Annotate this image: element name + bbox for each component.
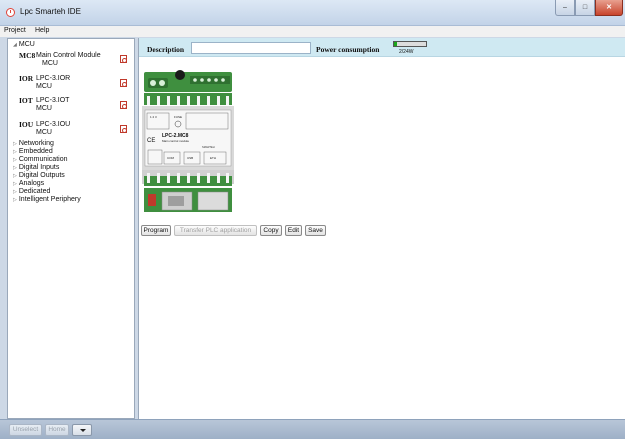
node-code: MC8	[19, 51, 36, 60]
module-brand-label: SMARTEH	[202, 145, 215, 149]
tree-category-digital-outputs[interactable]: ▷ Digital Outputs	[13, 172, 65, 180]
tree-category-networking[interactable]: ▷ Networking	[13, 140, 54, 148]
tree-category-analogs[interactable]: ▷ Analogs	[13, 180, 44, 188]
node-name: LPC-3.IOU	[36, 121, 71, 128]
tree-category-intelligent-periphery[interactable]: ▷ Intelligent Periphery	[13, 196, 81, 204]
category-label: Digital Inputs	[18, 164, 60, 171]
pdf-icon[interactable]	[120, 125, 127, 133]
triangle-collapsed-icon[interactable]: ▷	[13, 181, 17, 187]
category-label: Analogs	[18, 180, 45, 187]
triangle-collapsed-icon[interactable]: ▷	[13, 197, 17, 203]
module-terminal-numbers: 1 2 3	[150, 115, 157, 119]
power-consumption-label: Power consumption	[316, 45, 380, 54]
node-code: IOU	[19, 120, 34, 129]
power-gauge-fill	[394, 42, 397, 46]
edit-button[interactable]: Edit	[285, 225, 302, 236]
port-label-com: COM	[167, 156, 175, 160]
category-label: Digital Outputs	[18, 172, 65, 179]
unselect-button[interactable]: Unselect	[9, 424, 42, 436]
triangle-collapsed-icon[interactable]: ▷	[13, 165, 17, 171]
tree-category-dedicated[interactable]: ▷ Dedicated	[13, 188, 50, 196]
node-code: IOR	[19, 74, 34, 83]
svg-text:CE: CE	[147, 138, 155, 144]
title-bar: Lpc Smarteh IDE – □ ✕	[0, 0, 625, 26]
properties-bar: Description Power consumption 2/24W	[139, 38, 625, 57]
node-sub: MCU	[36, 83, 52, 90]
triangle-collapsed-icon[interactable]: ▷	[13, 149, 17, 155]
triangle-collapsed-icon[interactable]: ▷	[13, 157, 17, 163]
tree-category-digital-inputs[interactable]: ▷ Digital Inputs	[13, 164, 59, 172]
node-sub: MCU	[36, 105, 52, 112]
tree-root-mcu[interactable]: ◢ MCU	[13, 41, 35, 49]
module-subtitle-label: Main control module	[162, 139, 189, 143]
tree-root-label: MCU	[18, 41, 35, 48]
module-image-mc8[interactable]: 1 2 3 FUSE LPC-2.MC8 Main control module…	[142, 66, 234, 214]
menu-bar: Project Help	[0, 26, 625, 37]
module-fuse-label: FUSE	[174, 115, 182, 119]
triangle-collapsed-icon[interactable]: ▷	[13, 141, 17, 147]
description-input[interactable]	[191, 42, 311, 54]
node-name: Main Control Module	[36, 52, 101, 59]
window-title: Lpc Smarteh IDE	[20, 7, 81, 16]
category-label: Communication	[18, 156, 68, 163]
save-button[interactable]: Save	[305, 225, 326, 236]
app-logo-icon	[6, 8, 15, 17]
category-label: Dedicated	[18, 188, 51, 195]
triangle-collapsed-icon[interactable]: ▷	[13, 189, 17, 195]
menu-project[interactable]: Project	[4, 27, 26, 34]
node-name: LPC-3.IOR	[36, 75, 71, 82]
triangle-collapsed-icon[interactable]: ▷	[13, 173, 17, 179]
menu-help[interactable]: Help	[35, 27, 49, 34]
port-label-usb: USB	[187, 156, 193, 160]
maximize-button[interactable]: □	[575, 0, 595, 16]
description-label: Description	[147, 45, 185, 54]
category-label: Networking	[18, 140, 54, 147]
pdf-icon[interactable]	[120, 101, 127, 109]
category-label: Embedded	[18, 148, 53, 155]
node-code: IOT	[19, 96, 33, 105]
node-name: LPC-3.IOT	[36, 97, 70, 104]
category-label: Intelligent Periphery	[18, 196, 81, 203]
home-button[interactable]: Home	[45, 424, 69, 436]
program-button[interactable]: Program	[141, 225, 171, 236]
module-tree: ◢ MCU MC8 Main Control Module MCU IOR LPC…	[7, 38, 135, 419]
node-sub: MCU	[36, 129, 52, 136]
chevron-down-icon[interactable]	[72, 424, 92, 436]
pdf-icon[interactable]	[120, 55, 127, 63]
main-panel: Description Power consumption 2/24W 1 2 …	[138, 38, 625, 419]
triangle-expanded-icon[interactable]: ◢	[13, 42, 17, 48]
tree-category-communication[interactable]: ▷ Communication	[13, 156, 68, 164]
node-sub: MCU	[42, 60, 58, 67]
port-label-eth: ETH	[210, 156, 216, 160]
power-consumption-value: 2/24W	[399, 49, 414, 55]
copy-button[interactable]: Copy	[260, 225, 282, 236]
tree-category-embedded[interactable]: ▷ Embedded	[13, 148, 53, 156]
status-bar: Unselect Home	[0, 419, 625, 439]
minimize-button[interactable]: –	[555, 0, 575, 16]
power-consumption-gauge	[393, 41, 427, 47]
close-button[interactable]: ✕	[595, 0, 623, 16]
pdf-icon[interactable]	[120, 79, 127, 87]
transfer-plc-application-button[interactable]: Transfer PLC application	[174, 225, 257, 236]
